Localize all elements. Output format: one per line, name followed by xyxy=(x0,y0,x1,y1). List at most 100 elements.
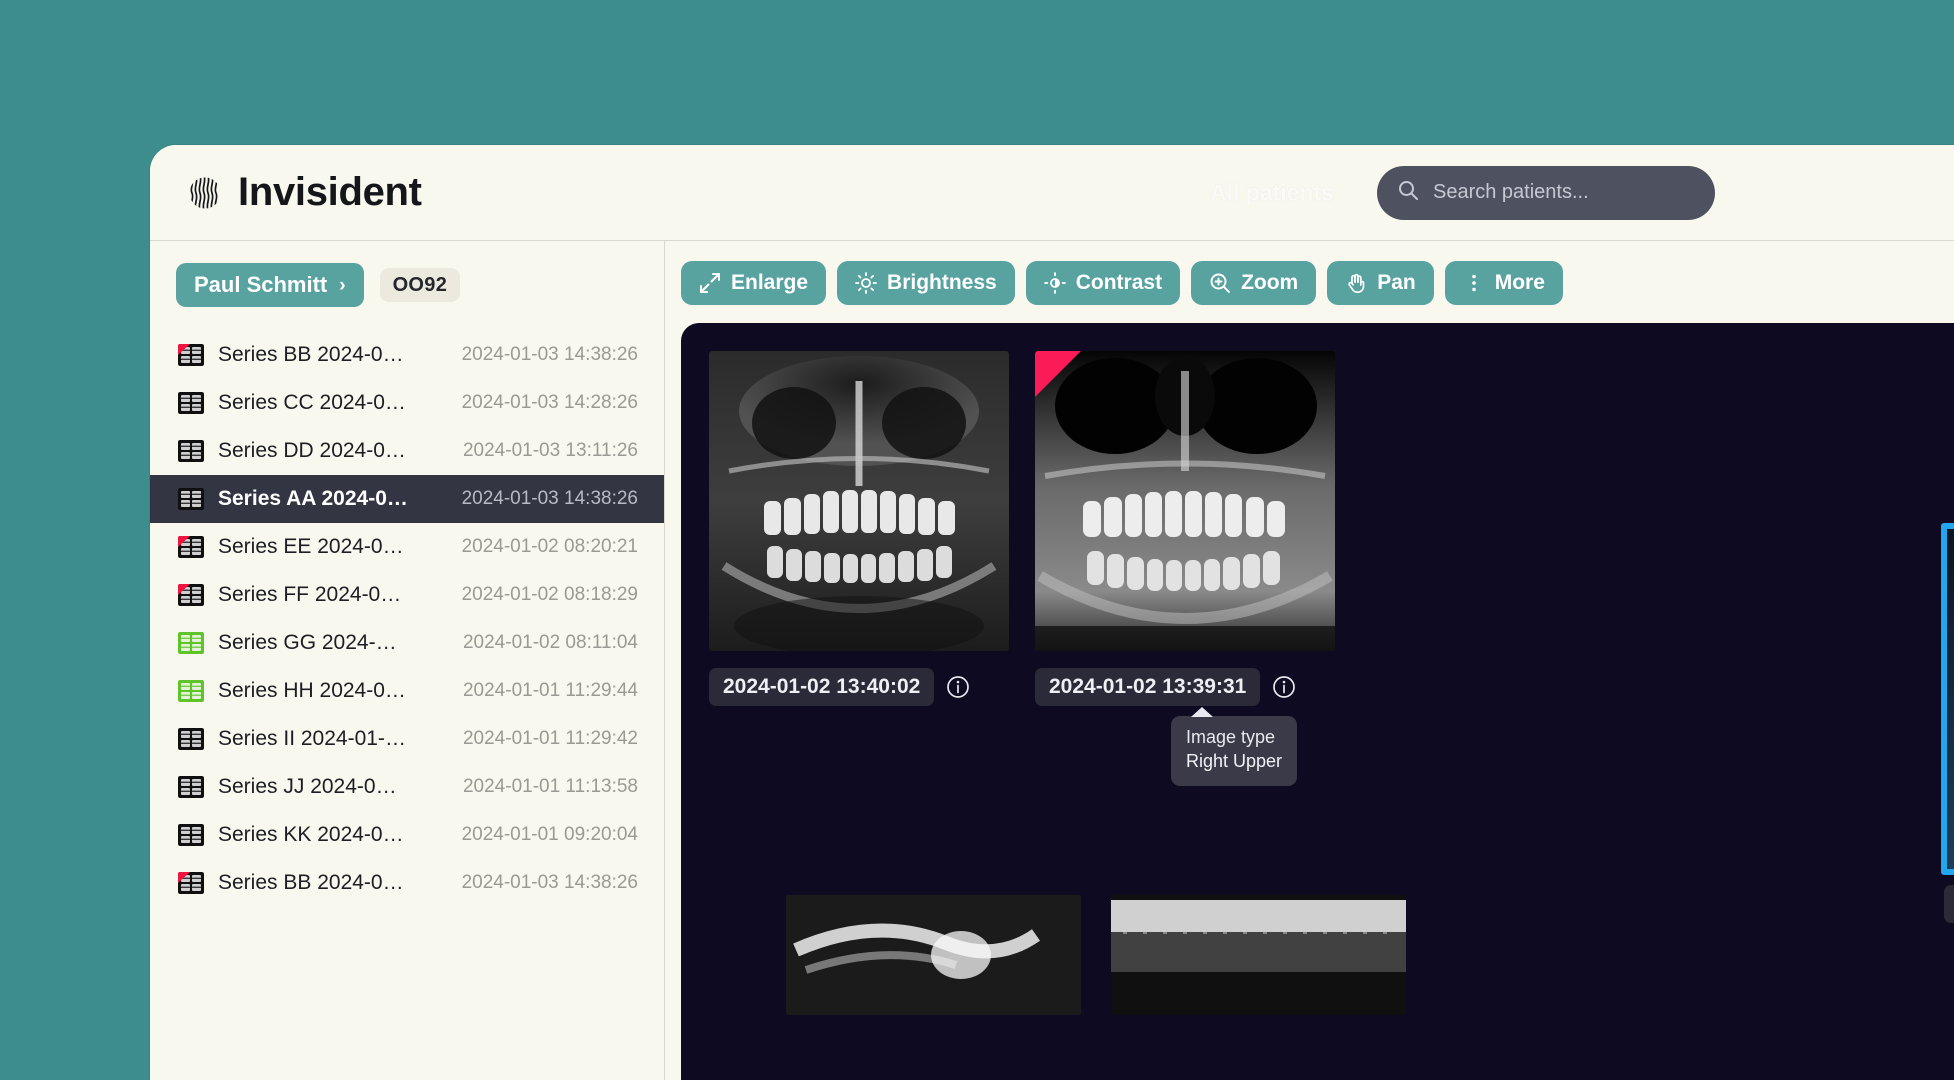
app-body: Paul Schmitt › OO92 Series BB 2024-01-0.… xyxy=(150,241,1954,1080)
tooltip-arrow-icon xyxy=(1191,707,1213,717)
series-name: Series KK 2024-01-0... xyxy=(218,823,408,846)
toolbar-button-label: Brightness xyxy=(887,271,997,294)
toolbar-button-label: Enlarge xyxy=(731,271,809,294)
toolbar-button-label: Pan xyxy=(1377,271,1416,294)
series-list-item[interactable]: Series FF 2024-01-0... 2024-01-02 08:18:2… xyxy=(150,571,664,619)
search-icon xyxy=(1397,179,1419,206)
series-name: Series CC 2024-01-0... xyxy=(218,391,408,414)
series-date: 2024-01-01 11:13:58 xyxy=(462,776,638,797)
series-list-item[interactable]: Series DD 2024-01-0... 2024-01-03 13:11:2… xyxy=(150,427,664,475)
brand-name: Invisident xyxy=(238,170,422,214)
series-grid-icon-green xyxy=(178,632,204,654)
series-name: Series BB 2024-01-0... xyxy=(218,871,408,894)
toolbar-button-pan[interactable]: Pan xyxy=(1327,261,1434,305)
image-canvas[interactable]: 2024-01-02 13:40:02 2024-01-02 13:39:31 … xyxy=(681,323,1954,1080)
chevron-right-icon: › xyxy=(339,274,346,296)
toolbar-button-enlarge[interactable]: Enlarge xyxy=(681,261,827,305)
series-date: 2024-01-02 08:11:04 xyxy=(462,632,638,653)
series-grid-icon-flagged xyxy=(178,872,204,894)
patient-name: Paul Schmitt xyxy=(194,272,328,297)
toolbar-button-zoom[interactable]: Zoom xyxy=(1191,261,1317,305)
toolbar-button-label: More xyxy=(1494,271,1545,294)
flag-marker-icon xyxy=(1035,351,1081,397)
series-name: Series JJ 2024-01-0... xyxy=(218,775,408,798)
selected-image-frame[interactable] xyxy=(1941,523,1954,875)
viewer-panel: Enlarge Brightness Contrast Zoom Pan More xyxy=(665,241,1954,1080)
series-list: Series BB 2024-01-0... 2024-01-03 14:38:2… xyxy=(150,331,664,907)
patient-selector-button[interactable]: Paul Schmitt › xyxy=(176,263,364,307)
series-list-item[interactable]: Series BB 2024-01-0... 2024-01-03 14:38:2… xyxy=(150,331,664,379)
series-date: 2024-01-03 14:38:26 xyxy=(461,344,638,365)
series-date: 2024-01-01 09:20:04 xyxy=(461,824,638,845)
brand: Invisident xyxy=(188,170,422,215)
hand-icon xyxy=(1345,272,1367,294)
series-name: Series BB 2024-01-0... xyxy=(218,343,408,366)
series-name: Series AA 2024-01-0... xyxy=(218,487,408,510)
series-date: 2024-01-02 08:20:21 xyxy=(461,536,638,557)
page-title: All patients xyxy=(1210,179,1334,205)
series-list-item[interactable]: Series JJ 2024-01-0... 2024-01-01 11:13:5… xyxy=(150,763,664,811)
series-grid-icon xyxy=(178,728,204,750)
series-grid-icon-green xyxy=(178,680,204,702)
patient-selector-row: Paul Schmitt › OO92 xyxy=(150,263,664,307)
sun-icon xyxy=(855,272,877,294)
toolbar-button-label: Zoom xyxy=(1241,271,1299,294)
series-list-item[interactable]: Series GG 2024-01-0... 2024-01-02 08:11:0… xyxy=(150,619,664,667)
toolbar-button-more[interactable]: More xyxy=(1444,261,1563,305)
toolbar-button-contrast[interactable]: Contrast xyxy=(1025,261,1181,305)
app-header: Invisident All patients Search patients.… xyxy=(150,145,1954,241)
contrast-icon xyxy=(1043,272,1066,294)
series-date: 2024-01-03 14:28:26 xyxy=(461,392,638,413)
magnifier-plus-icon xyxy=(1209,272,1231,294)
expand-arrows-icon xyxy=(699,272,721,294)
series-grid-icon-flagged xyxy=(178,536,204,558)
xray-image-selected xyxy=(1947,529,1954,869)
series-list-item[interactable]: Series II 2024-01-0... 2024-01-01 11:29:4… xyxy=(150,715,664,763)
series-list-item[interactable]: Series CC 2024-01-0... 2024-01-03 14:28:2… xyxy=(150,379,664,427)
search-placeholder: Search patients... xyxy=(1433,181,1589,203)
series-date: 2024-01-03 13:11:26 xyxy=(462,440,638,461)
series-date: 2024-01-02 08:18:29 xyxy=(461,584,638,605)
series-list-item[interactable]: Series AA 2024-01-0... 2024-01-03 14:38:2… xyxy=(150,475,664,523)
info-icon[interactable] xyxy=(1271,674,1297,700)
series-grid-icon-flagged xyxy=(178,584,204,606)
toolbar-button-label: Contrast xyxy=(1075,271,1163,294)
series-name: Series EE 2024-01-0... xyxy=(218,535,408,558)
tooltip-label: Image type xyxy=(1186,727,1276,747)
series-list-item[interactable]: Series BB 2024-01-0... 2024-01-03 14:38:2… xyxy=(150,859,664,907)
series-grid-icon xyxy=(178,776,204,798)
image-toolbar: Enlarge Brightness Contrast Zoom Pan More xyxy=(681,261,1954,323)
series-list-item[interactable]: Series KK 2024-01-0... 2024-01-01 09:20:0… xyxy=(150,811,664,859)
search-input[interactable]: Search patients... xyxy=(1377,165,1715,220)
series-date: 2024-01-01 11:29:42 xyxy=(462,728,638,749)
info-icon[interactable] xyxy=(945,674,971,700)
series-name: Series DD 2024-01-0... xyxy=(218,439,408,462)
series-grid-icon xyxy=(178,392,204,414)
xray-thumbnail[interactable] xyxy=(786,895,1081,1015)
image-grid: 2024-01-02 13:40:02 2024-01-02 13:39:31 xyxy=(709,351,1954,706)
sidebar: Paul Schmitt › OO92 Series BB 2024-01-0.… xyxy=(150,241,665,1080)
series-list-item[interactable]: Series EE 2024-01-0... 2024-01-02 08:20:2… xyxy=(150,523,664,571)
series-grid-icon xyxy=(178,440,204,462)
series-grid-icon xyxy=(178,824,204,846)
image-timestamp: 2024-01-02 13:40:02 xyxy=(709,668,935,706)
series-date: 2024-01-03 14:38:26 xyxy=(461,488,638,509)
toolbar-button-brightness[interactable]: Brightness xyxy=(837,261,1015,305)
xray-thumbnail[interactable] xyxy=(1111,895,1406,1015)
selected-image-timestamp: 2024-01-02 13:39:31 xyxy=(1944,885,1954,923)
series-date: 2024-01-03 14:38:26 xyxy=(461,872,638,893)
series-grid-icon xyxy=(178,488,204,510)
image-timestamp: 2024-01-02 13:39:31 xyxy=(1035,668,1261,706)
app-window: Invisident All patients Search patients.… xyxy=(150,145,1954,1080)
series-name: Series HH 2024-01-0... xyxy=(218,679,408,702)
image-card[interactable]: 2024-01-02 13:40:02 xyxy=(709,351,1009,706)
series-name: Series GG 2024-01-0... xyxy=(218,631,408,654)
xray-image[interactable] xyxy=(709,351,1009,651)
tooltip-value: Right Upper xyxy=(1186,750,1283,771)
image-card[interactable]: 2024-01-02 13:39:31 xyxy=(1035,351,1335,706)
image-caption-row: 2024-01-02 13:40:02 xyxy=(709,668,1009,706)
image-caption-row: 2024-01-02 13:39:31 xyxy=(1035,668,1335,706)
series-list-item[interactable]: Series HH 2024-01-0... 2024-01-01 11:29:4… xyxy=(150,667,664,715)
xray-image[interactable] xyxy=(1035,351,1335,651)
patient-id-badge: OO92 xyxy=(379,268,461,302)
